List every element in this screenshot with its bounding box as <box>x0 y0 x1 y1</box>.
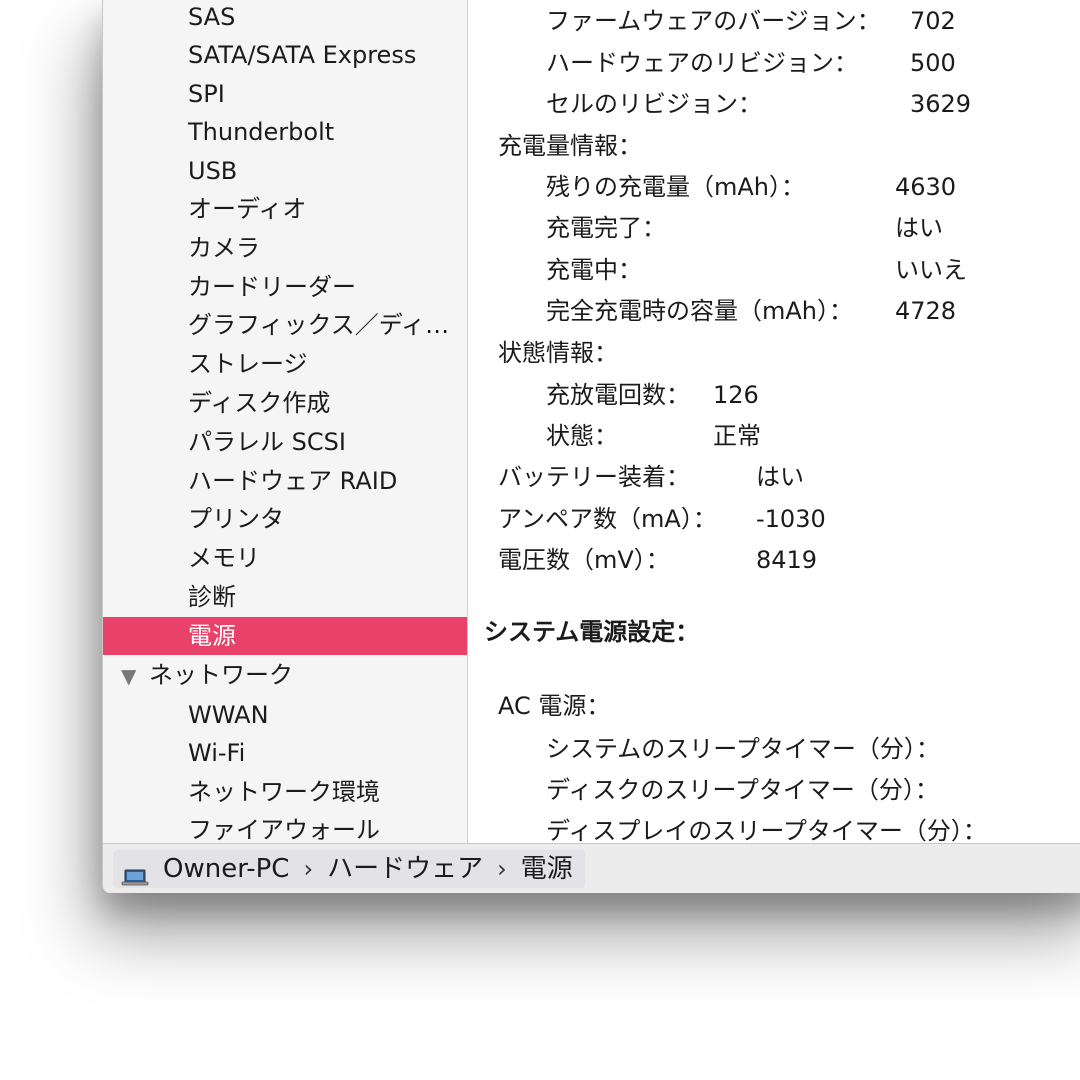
charging-label: 充電中： <box>546 256 642 284</box>
sidebar-item-sas[interactable]: SAS <box>103 0 467 36</box>
sidebar-item-wwan[interactable]: WWAN <box>103 696 467 734</box>
status-bar: Owner-PC › ハードウェア › 電源 <box>103 843 1080 893</box>
sidebar-item-power[interactable]: 電源 <box>103 617 467 655</box>
charging-value: いいえ <box>895 256 967 284</box>
sidebar-item-diagnostics[interactable]: 診断 <box>103 578 467 616</box>
sidebar-item-thunderbolt[interactable]: Thunderbolt <box>103 113 467 151</box>
sidebar-item-usb[interactable]: USB <box>103 152 467 190</box>
charge-info-heading-text: 充電量情報： <box>498 132 642 160</box>
breadcrumb-computer[interactable]: Owner-PC <box>163 854 289 884</box>
cycle-count-label: 充放電回数： <box>546 381 690 409</box>
power-detail-pane[interactable]: ファームウェアのバージョン： 702 ハードウェアのリビジョン： 500 セルの… <box>468 0 1080 843</box>
ac-power-heading-text: AC 電源： <box>498 692 611 720</box>
sidebar-item-firewall[interactable]: ファイアウォール <box>103 811 467 843</box>
sidebar-group-network[interactable]: ▼ ネットワーク <box>103 656 467 694</box>
sidebar-item-printers[interactable]: プリンタ <box>103 500 467 538</box>
sidebar-item-audio[interactable]: オーディオ <box>103 190 467 228</box>
fully-charged-value: はい <box>895 214 943 242</box>
system-sleep-label: システムのスリープタイマー（分）： <box>546 735 940 763</box>
breadcrumb-category[interactable]: ハードウェア <box>327 854 483 884</box>
breadcrumb-separator: › <box>303 855 314 883</box>
sidebar-item-locations[interactable]: ネットワーク環境 <box>103 773 467 811</box>
cell-revision-value: 3629 <box>910 90 972 118</box>
disk-sleep-label: ディスクのスリープタイマー（分）： <box>546 776 939 804</box>
sidebar[interactable]: SAS SATA/SATA Express SPI Thunderbolt US… <box>103 0 468 843</box>
breadcrumb-item[interactable]: 電源 <box>521 854 573 884</box>
sidebar-item-spi[interactable]: SPI <box>103 75 467 113</box>
battery-installed-label: バッテリー装着： <box>498 463 690 491</box>
system-power-heading-text: システム電源設定： <box>484 618 700 646</box>
disclosure-triangle-icon[interactable]: ▼ <box>121 657 149 695</box>
sidebar-item-memory[interactable]: メモリ <box>103 539 467 577</box>
condition-label: 状態： <box>546 422 618 450</box>
sidebar-group-label: ネットワーク <box>149 661 293 689</box>
sidebar-item-parallel-scsi[interactable]: パラレル SCSI <box>103 423 467 461</box>
breadcrumb-separator: › <box>497 855 507 883</box>
sidebar-item-graphics[interactable]: グラフィックス／ディ… <box>103 306 467 344</box>
amperage-value: -1030 <box>756 505 826 533</box>
amperage-label: アンペア数（mA）： <box>498 505 717 533</box>
display-sleep-label: ディスプレイのスリープタイマー（分）： <box>546 817 987 843</box>
voltage-label: 電圧数（mV）： <box>498 546 670 574</box>
condition-value: 正常 <box>713 422 761 450</box>
full-capacity-value: 4728 <box>895 297 957 325</box>
sidebar-item-camera[interactable]: カメラ <box>103 229 467 267</box>
fully-charged-label: 充電完了： <box>546 214 666 242</box>
voltage-value: 8419 <box>756 546 818 574</box>
battery-installed-value: はい <box>756 463 804 491</box>
sidebar-item-hardware-raid[interactable]: ハードウェア RAID <box>103 462 467 500</box>
breadcrumb: Owner-PC › ハードウェア › 電源 <box>113 850 585 888</box>
hardware-revision-value: 500 <box>910 49 956 77</box>
firmware-version-value: 702 <box>910 7 956 35</box>
firmware-version-label: ファームウェアのバージョン： <box>546 7 881 35</box>
laptop-icon <box>121 859 149 886</box>
health-info-heading-text: 状態情報： <box>498 339 618 367</box>
sidebar-item-wifi[interactable]: Wi-Fi <box>103 734 467 772</box>
sidebar-item-disc-burning[interactable]: ディスク作成 <box>103 384 467 422</box>
sidebar-item-card-reader[interactable]: カードリーダー <box>103 268 467 306</box>
remaining-charge-value: 4630 <box>895 173 957 201</box>
full-capacity-label: 完全充電時の容量（mAh）： <box>546 297 854 325</box>
sidebar-item-storage[interactable]: ストレージ <box>103 345 467 383</box>
hardware-revision-label: ハードウェアのリビジョン： <box>546 49 858 77</box>
sidebar-item-sata[interactable]: SATA/SATA Express <box>103 36 467 74</box>
cell-revision-label: セルのリビジョン： <box>546 90 762 118</box>
system-information-window: SAS SATA/SATA Express SPI Thunderbolt US… <box>102 0 1080 893</box>
cycle-count-value: 126 <box>713 381 759 409</box>
remaining-charge-label: 残りの充電量（mAh）： <box>546 173 806 201</box>
